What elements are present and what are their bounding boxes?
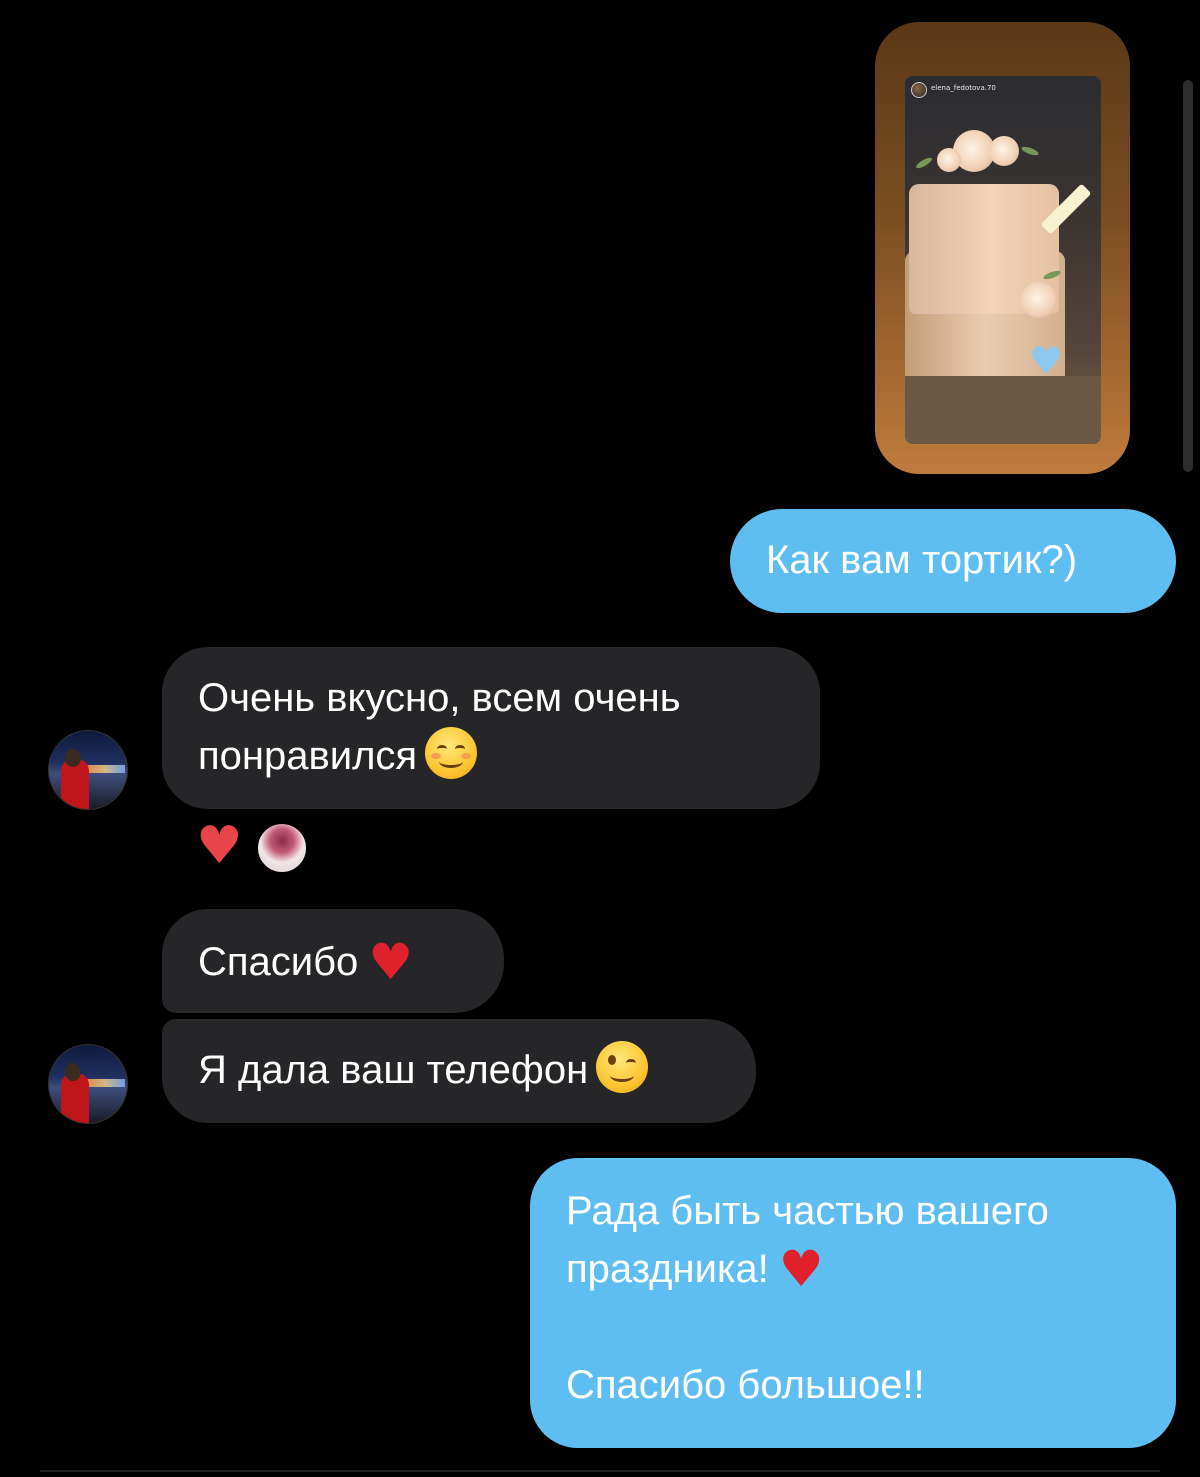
story-username: elena_fedotova.70 bbox=[931, 84, 996, 92]
sender-avatar[interactable] bbox=[48, 730, 128, 810]
message-text-line: Спасибо большое!! bbox=[566, 1363, 925, 1407]
incoming-message[interactable]: Я дала ваш телефон bbox=[162, 1019, 756, 1123]
red-heart-emoji-icon: ♥ bbox=[368, 933, 414, 991]
scrollbar[interactable] bbox=[1183, 80, 1193, 472]
incoming-message[interactable]: Спасибо ♥ bbox=[162, 909, 504, 1013]
sender-avatar[interactable] bbox=[48, 1044, 128, 1124]
message-text: Я дала ваш телефон bbox=[198, 1048, 589, 1092]
composer-edge bbox=[40, 1470, 1160, 1472]
smiling-face-emoji-icon bbox=[425, 727, 478, 779]
cake-leaf bbox=[914, 155, 934, 171]
story-image: elena_fedotova.70 ♥ bbox=[905, 76, 1101, 444]
message-text-line: понравился bbox=[198, 734, 418, 778]
incoming-message[interactable]: Очень вкусно, всем очень понравился bbox=[162, 647, 820, 809]
message-text-line: праздника! bbox=[566, 1247, 769, 1291]
cake-flower bbox=[1021, 282, 1057, 318]
cake-board bbox=[905, 376, 1101, 444]
winking-face-emoji-icon bbox=[596, 1041, 649, 1093]
message-text-line: Рада быть частью вашего bbox=[566, 1189, 1049, 1233]
blue-heart-sticker-icon: ♥ bbox=[1029, 339, 1064, 383]
cake-flower bbox=[937, 148, 961, 172]
story-avatar bbox=[911, 82, 927, 98]
message-text-line: Очень вкусно, всем очень bbox=[198, 676, 681, 720]
cake-leaf bbox=[1020, 145, 1040, 157]
outgoing-message[interactable]: Рада быть частью вашего праздника! ♥ Спас… bbox=[530, 1158, 1176, 1448]
message-text: Как вам тортик?) bbox=[766, 538, 1078, 582]
heart-reaction-icon[interactable]: ♥ bbox=[196, 820, 243, 872]
red-heart-emoji-icon: ♥ bbox=[778, 1240, 824, 1298]
message-text: Спасибо bbox=[198, 940, 359, 984]
cake-flower bbox=[989, 136, 1019, 166]
outgoing-message[interactable]: Как вам тортик?) bbox=[730, 509, 1176, 613]
reactor-avatar[interactable] bbox=[256, 822, 308, 874]
shared-story-preview[interactable]: elena_fedotova.70 ♥ bbox=[875, 22, 1130, 474]
